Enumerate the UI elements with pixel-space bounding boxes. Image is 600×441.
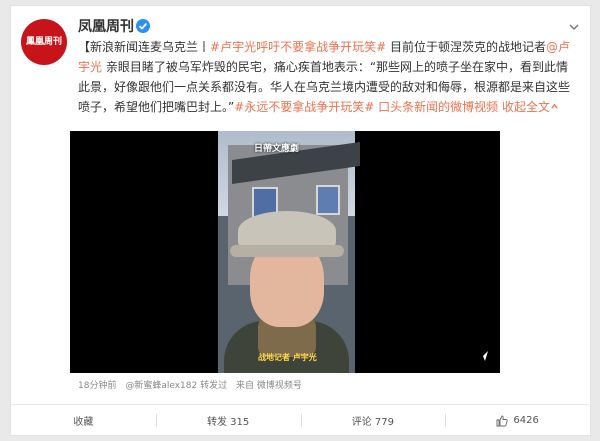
video-source-link[interactable]: 口头条新闻的微博视频: [378, 100, 498, 114]
video-caption: 战地记者 卢宇光: [258, 353, 317, 362]
post-time[interactable]: 18分钟前: [78, 381, 116, 391]
weibo-post-card: 鳳凰周刊 凤凰周刊 【新浪新闻连麦乌克兰丨#卢宇光呼吁不要拿战争开玩笑# 目前位…: [10, 5, 591, 436]
repost-button[interactable]: 转发 315: [155, 405, 301, 436]
comment-label: 评论 779: [351, 417, 394, 428]
post-text-1: 目前位于顿涅茨克的战地记者: [386, 40, 546, 54]
post-text: 【新浪新闻连麦乌克兰丨#卢宇光呼吁不要拿战争开玩笑# 目前位于顿涅茨克的战地记者…: [78, 37, 578, 117]
hashtag-link[interactable]: #卢宇光呼吁不要拿战争开玩笑#: [210, 40, 386, 54]
collapse-link[interactable]: 收起全文: [502, 100, 550, 114]
video-frame: 日帶文應劇 战地记者 卢宇光: [218, 131, 360, 373]
fullscreen-icon[interactable]: [476, 349, 490, 363]
reporter-image: [224, 211, 349, 373]
chevron-down-icon[interactable]: [568, 21, 580, 33]
video-watermark: 日帶文應劇: [254, 144, 300, 154]
action-bar: 收藏 转发 315 评论 779 6426: [11, 404, 590, 436]
comment-button[interactable]: 评论 779: [300, 405, 446, 436]
repost-author[interactable]: @新蜜蜂alex182: [125, 381, 197, 391]
hashtag-link-2[interactable]: #永远不要拿战争开玩笑#: [234, 100, 374, 114]
avatar-text: 鳳凰周刊: [25, 37, 62, 47]
post-meta: 18分钟前 @新蜜蜂alex182 转发过 来自 微博视频号: [78, 378, 302, 391]
chevron-up-icon[interactable]: [550, 102, 559, 111]
from-label: 来自: [236, 381, 255, 391]
avatar[interactable]: 鳳凰周刊: [21, 19, 67, 65]
video-player[interactable]: 日帶文應劇 战地记者 卢宇光: [70, 131, 500, 373]
source-link[interactable]: 微博视频号: [257, 381, 302, 391]
thumbs-up-icon: [496, 415, 509, 426]
like-button[interactable]: 6426: [445, 405, 590, 436]
post-prefix: 【新浪新闻连麦乌克兰丨: [78, 40, 211, 54]
favorite-label: 收藏: [73, 417, 94, 428]
repost-label: 转发 315: [206, 417, 250, 428]
like-count: 6426: [513, 415, 539, 426]
verified-badge-icon: [136, 19, 150, 33]
reposted-label: 转发过: [200, 381, 228, 391]
favorite-button[interactable]: 收藏: [11, 405, 156, 436]
author-name[interactable]: 凤凰周刊: [78, 16, 134, 36]
